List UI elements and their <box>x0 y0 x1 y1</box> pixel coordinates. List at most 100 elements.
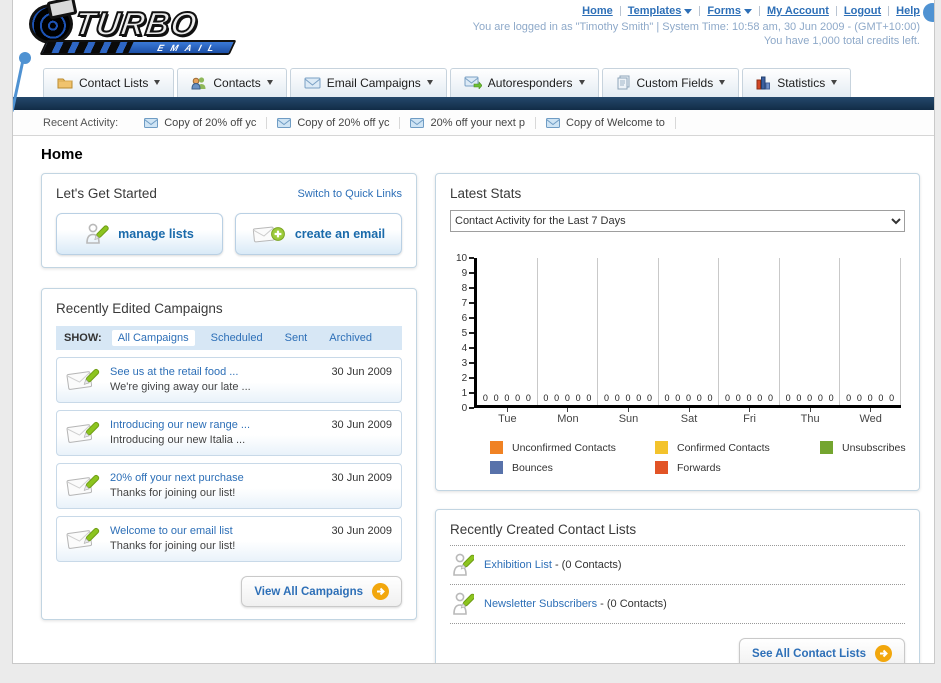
chart-value-label: 0 <box>603 393 609 403</box>
campaign-title-link[interactable]: Introducing our new range ... <box>110 419 321 431</box>
chart-value-label: 0 <box>878 393 884 403</box>
chart-value-label: 0 <box>614 393 620 403</box>
x-axis-label: Sun <box>598 408 659 425</box>
chevron-down-icon <box>719 80 726 85</box>
tab-autoresponders[interactable]: Autoresponders <box>449 68 599 97</box>
envelope-pencil-icon <box>66 527 100 549</box>
chart-value-label: 0 <box>817 393 823 403</box>
legend-item: Unsubscribes <box>820 441 906 454</box>
nav-link-my-account[interactable]: My Account <box>767 5 829 17</box>
login-info: You are logged in as "Timothy Smith" | S… <box>472 21 920 33</box>
y-axis-label: 7 <box>456 297 474 309</box>
campaign-date: 30 Jun 2009 <box>331 366 392 378</box>
logo-title: TURBO <box>71 4 201 43</box>
recent-activity-label: Recent Activity: <box>43 116 119 129</box>
legend-label: Unsubscribes <box>842 441 906 454</box>
legend-swatch-icon <box>490 441 503 454</box>
legend-item: Bounces <box>490 461 655 474</box>
chart-value-labels: 00000 <box>659 393 719 403</box>
tab-email-campaigns[interactable]: Email Campaigns <box>289 68 447 97</box>
chart-value-label: 0 <box>482 393 488 403</box>
contacts-icon <box>191 76 206 89</box>
folder-icon <box>57 78 73 89</box>
nav-link-forms[interactable]: Forms <box>707 5 752 17</box>
separator <box>619 6 621 16</box>
chart-value-label: 0 <box>543 393 549 403</box>
nav-link-home[interactable]: Home <box>582 5 613 17</box>
chart-value-labels: 00000 <box>477 393 537 403</box>
campaign-row[interactable]: 20% off your next purchase Thanks for jo… <box>56 463 402 509</box>
chart-value-label: 0 <box>856 393 862 403</box>
envelope-pencil-icon <box>66 474 100 496</box>
chart-value-label: 0 <box>646 393 652 403</box>
create-email-button[interactable]: create an email <box>235 213 402 255</box>
chart-value-labels: 00000 <box>538 393 598 403</box>
contact-list-item[interactable]: Exhibition List - (0 Contacts) <box>450 546 905 585</box>
chart-value-label: 0 <box>807 393 813 403</box>
legend-swatch-icon <box>655 441 668 454</box>
y-axis-label: 10 <box>456 252 474 264</box>
recent-activity-item[interactable]: Copy of Welcome to <box>536 116 676 129</box>
separator <box>888 6 890 16</box>
envelope-pencil-icon <box>66 421 100 443</box>
chevron-down-icon <box>684 8 693 14</box>
campaign-title-link[interactable]: See us at the retail food ... <box>110 366 321 378</box>
chart-value-label: 0 <box>889 393 895 403</box>
separator <box>835 6 837 16</box>
nav-link-templates[interactable]: Templates <box>628 5 693 17</box>
campaign-row[interactable]: Introducing our new range ... Introducin… <box>56 410 402 456</box>
chart-value-label: 0 <box>686 393 692 403</box>
see-all-contact-lists-button[interactable]: See All Contact Lists <box>739 638 905 663</box>
nav-link-logout[interactable]: Logout <box>844 5 881 17</box>
switch-quick-links-link[interactable]: Switch to Quick Links <box>297 188 402 200</box>
campaign-row[interactable]: Welcome to our email list Thanks for joi… <box>56 516 402 562</box>
stats-period-select[interactable]: Contact Activity for the Last 7 Days <box>450 210 905 232</box>
chart-day-group: 00000 <box>719 258 780 405</box>
tab-statistics[interactable]: Statistics <box>742 68 852 97</box>
chart-value-label: 0 <box>675 393 681 403</box>
campaign-title-link[interactable]: 20% off your next purchase <box>110 472 321 484</box>
chevron-down-icon <box>426 80 433 85</box>
chart-day-group: 00000 <box>538 258 599 405</box>
person-pencil-icon <box>86 223 109 244</box>
chart-value-labels: 00000 <box>719 393 779 403</box>
arrow-right-icon <box>372 583 389 600</box>
recent-activity-item[interactable]: 20% off your next p <box>400 116 537 129</box>
chart-value-label: 0 <box>515 393 521 403</box>
arrow-right-icon <box>875 645 892 662</box>
recent-activity-item[interactable]: Copy of 20% off yc <box>267 116 401 129</box>
chart-value-label: 0 <box>735 393 741 403</box>
latest-stats-panel: Latest Stats Contact Activity for the La… <box>435 173 920 491</box>
x-axis-label: Sat <box>659 408 720 425</box>
chart-value-label: 0 <box>504 393 510 403</box>
contact-list-item[interactable]: Newsletter Subscribers - (0 Contacts) <box>450 585 905 624</box>
recent-activity-item[interactable]: Copy of 20% off yc <box>134 116 268 129</box>
campaign-date: 30 Jun 2009 <box>331 525 392 537</box>
chart-value-label: 0 <box>696 393 702 403</box>
filter-archived[interactable]: Archived <box>323 330 378 346</box>
contact-list-link[interactable]: Newsletter Subscribers <box>484 598 597 610</box>
chart-x-labels: Tue Mon Sun Sat Fri Thu Wed <box>477 408 901 425</box>
x-axis-label: Fri <box>719 408 780 425</box>
manage-lists-button[interactable]: manage lists <box>56 213 223 255</box>
y-axis-label: 1 <box>456 387 474 399</box>
tab-contact-lists[interactable]: Contact Lists <box>43 68 175 97</box>
bar-chart-icon <box>756 76 771 89</box>
y-axis-label: 9 <box>456 267 474 279</box>
chart-value-label: 0 <box>785 393 791 403</box>
filter-sent[interactable]: Sent <box>279 330 314 346</box>
filter-scheduled[interactable]: Scheduled <box>205 330 269 346</box>
chevron-down-icon <box>154 80 161 85</box>
campaign-row[interactable]: See us at the retail food ... We're givi… <box>56 357 402 403</box>
campaign-subtitle: Introducing our new Italia ... <box>110 434 246 446</box>
tab-contacts[interactable]: Contacts <box>177 68 287 97</box>
campaign-title-link[interactable]: Welcome to our email list <box>110 525 321 537</box>
chart-plot: 00000000000000000000000000000000000 <box>474 258 901 408</box>
view-all-campaigns-button[interactable]: View All Campaigns <box>241 576 402 607</box>
tab-custom-fields[interactable]: Custom Fields <box>601 68 740 97</box>
legend-swatch-icon <box>490 461 503 474</box>
nav-link-help[interactable]: Help <box>896 5 920 17</box>
contact-list-link[interactable]: Exhibition List <box>484 559 552 571</box>
help-bubble-icon[interactable] <box>923 3 934 22</box>
filter-all-campaigns[interactable]: All Campaigns <box>111 330 195 346</box>
